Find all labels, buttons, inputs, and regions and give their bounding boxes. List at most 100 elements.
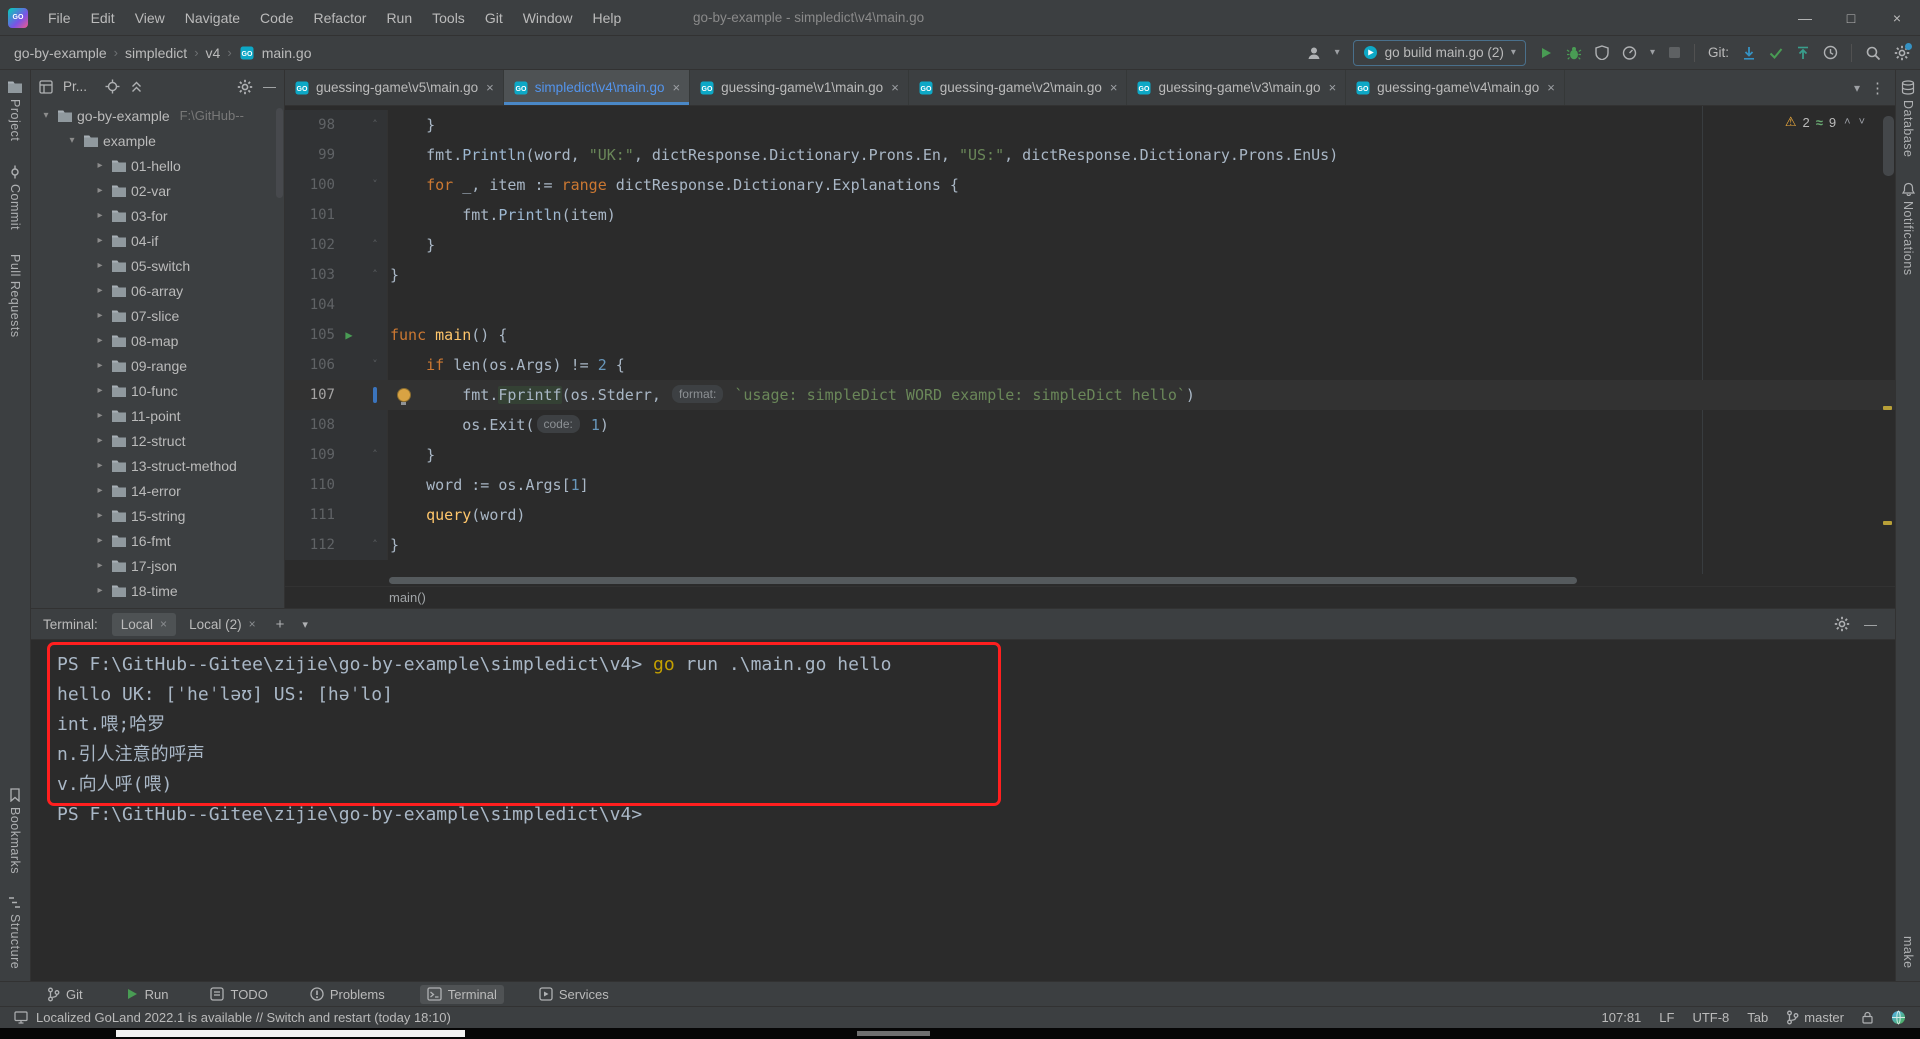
- close-button[interactable]: ×: [1874, 0, 1920, 36]
- line-separator[interactable]: LF: [1659, 1010, 1674, 1025]
- maximize-button[interactable]: □: [1828, 0, 1874, 36]
- tree-item-08-map[interactable]: ▸ 08-map: [31, 328, 284, 353]
- tree-item-18-time[interactable]: ▸ 18-time: [31, 578, 284, 603]
- menu-view[interactable]: View: [125, 0, 175, 36]
- tab-close-icon[interactable]: ×: [1329, 80, 1337, 95]
- menu-file[interactable]: File: [38, 0, 81, 36]
- tool-button-notifications[interactable]: Notifications: [1901, 182, 1915, 275]
- tab-close-icon[interactable]: ×: [673, 80, 681, 95]
- tool-button-bookmarks[interactable]: Bookmarks: [8, 788, 22, 874]
- intention-bulb-icon[interactable]: [397, 388, 411, 405]
- tree-item-05-switch[interactable]: ▸ 05-switch: [31, 253, 284, 278]
- editor-vertical-scrollbar[interactable]: [1883, 116, 1894, 176]
- tool-button-commit[interactable]: Commit: [8, 165, 22, 230]
- project-tree-scrollbar[interactable]: [276, 108, 283, 198]
- tree-item-12-struct[interactable]: ▸ 12-struct: [31, 428, 284, 453]
- debug-button[interactable]: [1566, 45, 1582, 61]
- warning-stripe-mark[interactable]: [1883, 521, 1892, 525]
- editor-horizontal-scrollbar[interactable]: [285, 574, 1895, 586]
- hide-terminal-icon[interactable]: —: [1864, 617, 1877, 632]
- chevron-expanded-icon[interactable]: ▾: [65, 135, 79, 146]
- status-message[interactable]: Localized GoLand 2022.1 is available // …: [36, 1010, 451, 1025]
- chevron-expanded-icon[interactable]: ▾: [39, 110, 53, 121]
- project-panel-title[interactable]: Pr...: [63, 79, 87, 94]
- search-everywhere-icon[interactable]: [1865, 45, 1881, 61]
- tool-window-button-problems[interactable]: Problems: [303, 985, 392, 1004]
- menu-run[interactable]: Run: [376, 0, 422, 36]
- fold-up-icon[interactable]: ˄: [372, 110, 378, 140]
- menu-tools[interactable]: Tools: [422, 0, 475, 36]
- chevron-collapsed-icon[interactable]: ▸: [93, 335, 107, 346]
- editor-tab[interactable]: GO guessing-game\v4\main.go ×: [1346, 70, 1565, 105]
- translation-globe-icon[interactable]: [1891, 1010, 1906, 1025]
- indent-style[interactable]: Tab: [1747, 1010, 1768, 1025]
- select-opened-file-icon[interactable]: [105, 79, 120, 94]
- user-chevron-icon[interactable]: ▾: [1335, 47, 1340, 58]
- editor-tab-active[interactable]: GO simpledict\v4\main.go ×: [503, 70, 691, 105]
- project-tree[interactable]: ▾ go-by-example F:\GitHub-- ▾ example ▸ 01-hel…: [31, 103, 284, 608]
- chevron-collapsed-icon[interactable]: ▸: [93, 410, 107, 421]
- tab-close-icon[interactable]: ×: [1110, 80, 1118, 95]
- fold-slot[interactable]: ˄: [363, 440, 387, 470]
- fold-slot[interactable]: ˄: [363, 530, 387, 560]
- menu-git[interactable]: Git: [475, 0, 513, 36]
- hidden-tabs-chevron-icon[interactable]: ▾: [1854, 81, 1860, 95]
- chevron-collapsed-icon[interactable]: ▸: [93, 560, 107, 571]
- chevron-collapsed-icon[interactable]: ▸: [93, 360, 107, 371]
- tool-window-button-todo[interactable]: TODO: [203, 985, 274, 1004]
- fold-up-icon[interactable]: ˄: [372, 230, 378, 260]
- run-configuration-select[interactable]: go build main.go (2) ▾: [1352, 39, 1526, 66]
- tool-window-button-terminal[interactable]: Terminal: [419, 984, 504, 1004]
- editor-tab[interactable]: GO guessing-game\v3\main.go ×: [1127, 70, 1347, 105]
- tool-button-database[interactable]: Database: [1901, 80, 1915, 158]
- tool-button-pull-requests[interactable]: Pull Requests: [8, 254, 22, 338]
- code-text[interactable]: func main() {: [388, 320, 507, 350]
- menu-edit[interactable]: Edit: [81, 0, 125, 36]
- tab-close-icon[interactable]: ×: [486, 80, 494, 95]
- code-text[interactable]: fmt.Println(word, "UK:", dictResponse.Di…: [388, 140, 1338, 170]
- run-icon[interactable]: ▶: [345, 320, 352, 350]
- git-branch-widget[interactable]: master: [1786, 1010, 1844, 1025]
- tree-item-09-range[interactable]: ▸ 09-range: [31, 353, 284, 378]
- minimize-button[interactable]: —: [1782, 0, 1828, 36]
- code-text[interactable]: if len(os.Args) != 2 {: [388, 350, 625, 380]
- inspections-widget[interactable]: ⚠ 2 ≈ 9 ˄ ˅: [1785, 114, 1865, 130]
- tool-window-button-run[interactable]: Run: [118, 985, 176, 1004]
- fold-down-icon[interactable]: ˅: [372, 170, 378, 200]
- file-encoding[interactable]: UTF-8: [1692, 1010, 1729, 1025]
- fold-slot[interactable]: ˄: [363, 110, 387, 140]
- coverage-button[interactable]: [1595, 45, 1609, 60]
- fold-slot[interactable]: ˄: [363, 260, 387, 290]
- terminal-console[interactable]: PS F:\GitHub--Gitee\zijie\go-by-example\…: [31, 640, 1895, 981]
- breadcrumb-item[interactable]: simpledict: [125, 45, 187, 61]
- chevron-collapsed-icon[interactable]: ▸: [93, 185, 107, 196]
- profiler-button[interactable]: [1622, 45, 1637, 60]
- tool-button-make[interactable]: make: [1901, 936, 1915, 969]
- user-icon[interactable]: [1306, 45, 1322, 61]
- editor-tab[interactable]: GO guessing-game\v2\main.go ×: [909, 70, 1128, 105]
- collapse-all-icon[interactable]: [130, 80, 143, 94]
- code-text[interactable]: }: [388, 230, 435, 260]
- code-text[interactable]: }: [388, 110, 435, 140]
- tab-options-icon[interactable]: ⋮: [1870, 79, 1885, 97]
- push-button[interactable]: [1796, 46, 1810, 60]
- tree-item-01-hello[interactable]: ▸ 01-hello: [31, 153, 284, 178]
- tree-item-17-json[interactable]: ▸ 17-json: [31, 553, 284, 578]
- editor-tab[interactable]: GO guessing-game\v1\main.go ×: [690, 70, 909, 105]
- hide-panel-icon[interactable]: —: [263, 79, 276, 94]
- chevron-collapsed-icon[interactable]: ▸: [93, 460, 107, 471]
- fold-up-icon[interactable]: ˄: [372, 440, 378, 470]
- code-editor[interactable]: 98 ˄ } 99 fmt.Println(word, "UK:", dictRes…: [285, 106, 1895, 574]
- settings-gear-icon[interactable]: [1894, 42, 1912, 61]
- tree-item-15-string[interactable]: ▸ 15-string: [31, 503, 284, 528]
- fold-slot[interactable]: ˅: [363, 170, 387, 200]
- code-text[interactable]: }: [388, 530, 399, 560]
- fold-slot[interactable]: [363, 380, 387, 410]
- chevron-collapsed-icon[interactable]: ▸: [93, 160, 107, 171]
- warning-stripe-mark[interactable]: [1883, 406, 1892, 410]
- terminal-tab-active[interactable]: Local ×: [111, 612, 177, 636]
- editor-breadcrumb[interactable]: main(): [285, 586, 1895, 608]
- code-text[interactable]: }: [388, 440, 435, 470]
- prev-problem-icon[interactable]: ˄: [1844, 116, 1850, 128]
- project-tool-icon[interactable]: [39, 79, 53, 94]
